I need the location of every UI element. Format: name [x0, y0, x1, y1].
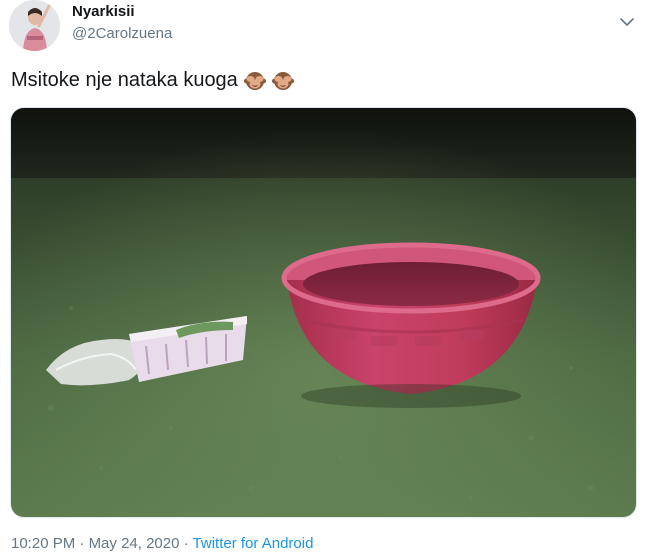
see-no-evil-monkey-icon	[243, 71, 266, 90]
see-no-evil-monkey-icon	[271, 71, 294, 90]
avatar[interactable]	[9, 0, 60, 51]
meta-separator: ·	[75, 535, 89, 552]
meta-separator: ·	[179, 535, 193, 552]
tweet-time[interactable]: 10:20 PM	[11, 535, 75, 552]
tweet-photo[interactable]	[10, 107, 637, 518]
tweet-text-content: Msitoke nje nataka kuoga	[11, 69, 238, 91]
photo-basin-on-grass	[11, 108, 636, 517]
tweet-meta: 10:20 PM · May 24, 2020 · Twitter for An…	[11, 535, 313, 552]
chevron-down-icon[interactable]	[618, 13, 636, 31]
tweet-text: Msitoke nje nataka kuoga	[11, 69, 294, 92]
tweet-date[interactable]: May 24, 2020	[89, 535, 180, 552]
display-name[interactable]: Nyarkisii	[72, 3, 135, 20]
tweet-source-link[interactable]: Twitter for Android	[193, 535, 314, 552]
tweet-card: Nyarkisii @2Carolzuena Msitoke nje natak…	[0, 0, 652, 560]
avatar-image	[9, 0, 60, 51]
user-handle[interactable]: @2Carolzuena	[72, 25, 172, 42]
